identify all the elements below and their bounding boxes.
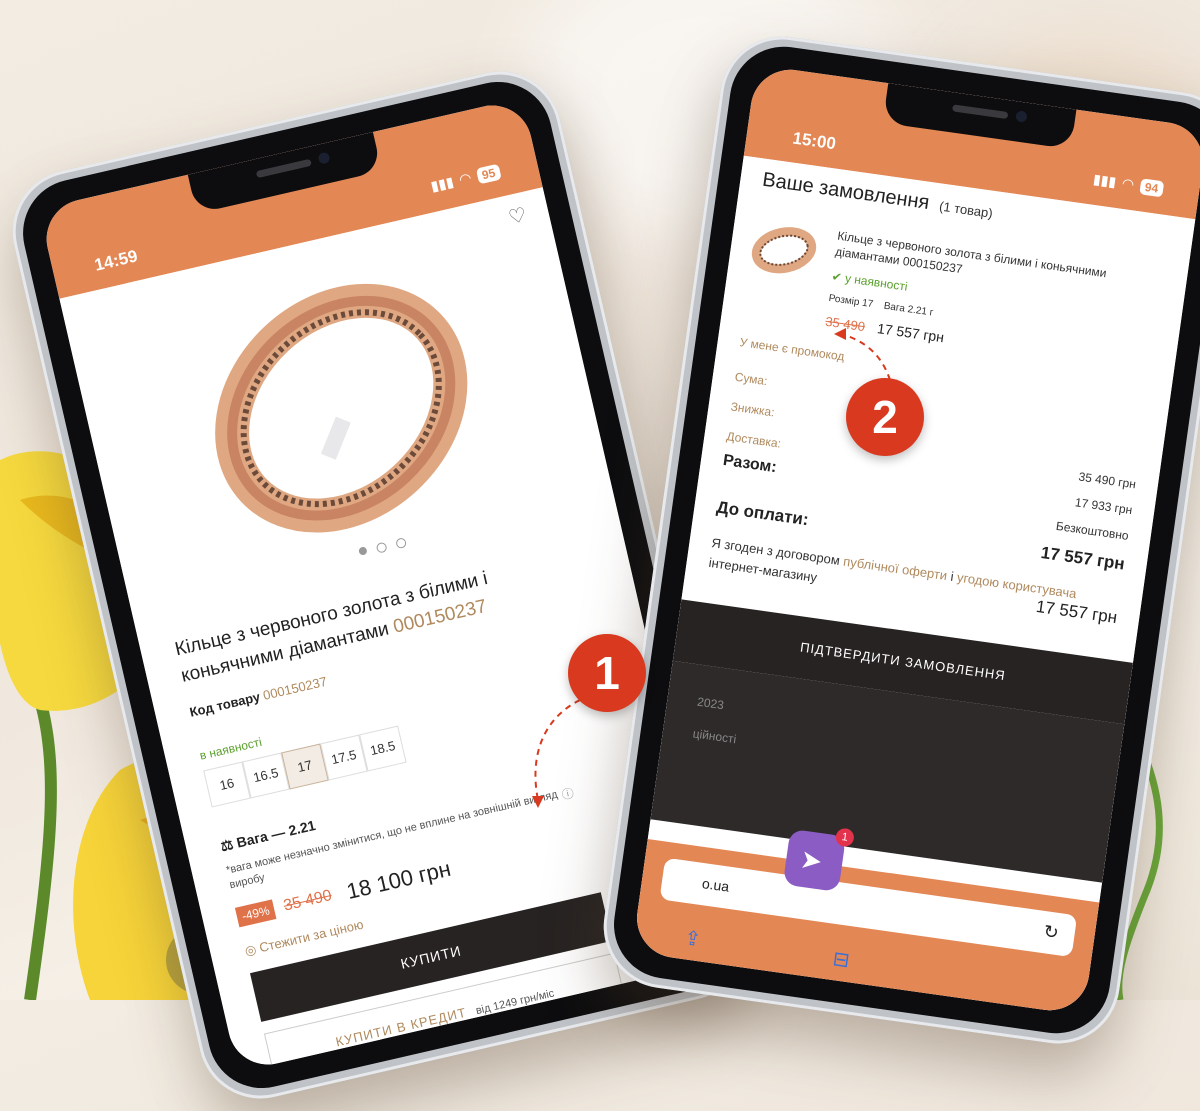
step-badge-1: 1 bbox=[568, 634, 646, 712]
exchange-row: ⇄ Обмін протягом 14 днів bbox=[278, 1064, 421, 1073]
browser-url[interactable]: zlato.ua bbox=[450, 1048, 490, 1068]
credit-button-label: КУПИТИ В КРЕДИТ bbox=[334, 1004, 469, 1050]
exchange-label: Обмін протягом 14 днів bbox=[291, 1064, 421, 1073]
step-badge-2: 2 bbox=[846, 378, 924, 456]
annotation-arrows bbox=[532, 328, 891, 808]
